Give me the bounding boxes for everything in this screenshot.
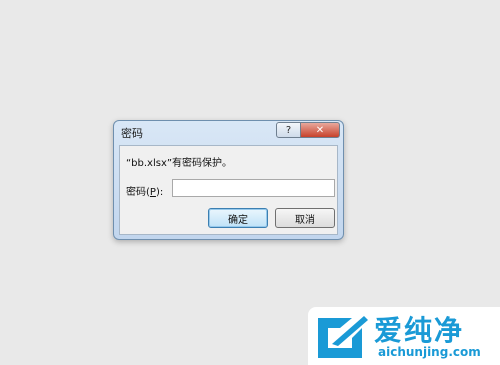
cancel-button-label: 取消 bbox=[295, 214, 315, 226]
close-icon: ✕ bbox=[315, 124, 325, 136]
logo-mark-icon bbox=[318, 316, 368, 358]
ok-button[interactable]: 确定 bbox=[208, 208, 268, 228]
ok-button-label: 确定 bbox=[228, 214, 248, 226]
password-dialog: 密码 ? ✕ “bb.xlsx”有密码保护。 密码(P): 确定 取消 bbox=[113, 120, 344, 240]
watermark-name: 爱纯净 bbox=[374, 314, 465, 347]
password-label: 密码(P): bbox=[126, 187, 164, 198]
cancel-button[interactable]: 取消 bbox=[275, 208, 335, 228]
help-icon: ? bbox=[285, 124, 292, 136]
protection-message: “bb.xlsx”有密码保护。 bbox=[126, 158, 233, 169]
password-field[interactable] bbox=[172, 179, 335, 197]
dialog-body: “bb.xlsx”有密码保护。 密码(P): 确定 取消 bbox=[119, 145, 338, 235]
watermark-url: aichunjing.com bbox=[378, 345, 481, 359]
help-button[interactable]: ? bbox=[276, 122, 301, 138]
dialog-title: 密码 bbox=[121, 127, 143, 140]
close-button[interactable]: ✕ bbox=[300, 122, 340, 138]
watermark-logo: 爱纯净 aichunjing.com bbox=[308, 307, 500, 365]
